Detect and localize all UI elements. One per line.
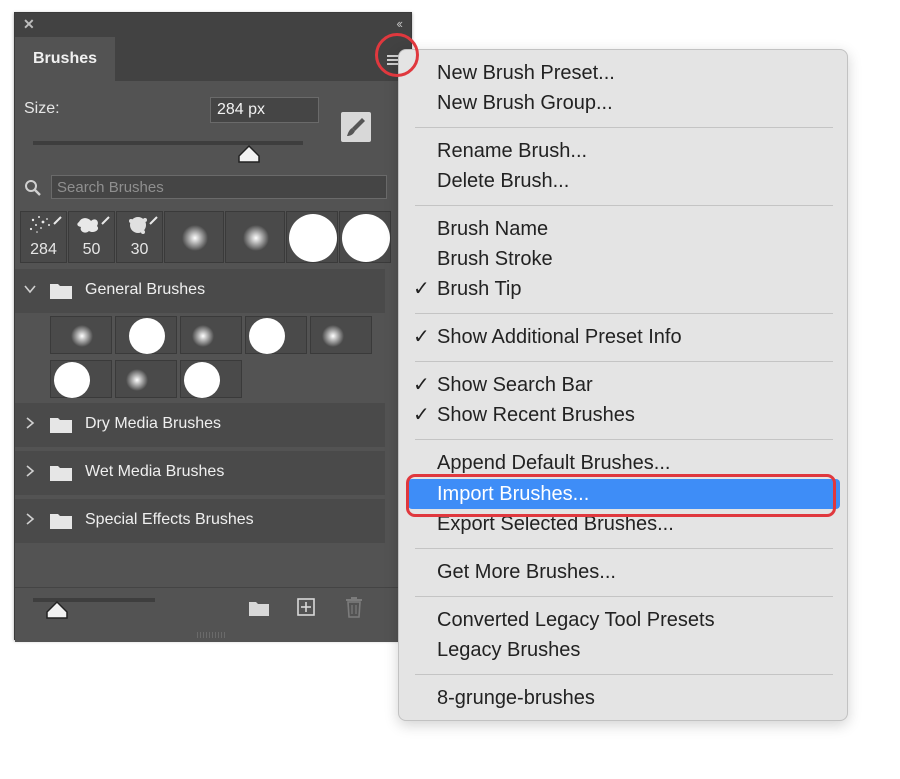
resize-grip[interactable]	[197, 632, 227, 638]
menu-item-legacy-brushes[interactable]: Legacy Brushes	[437, 635, 580, 665]
menu-item-get-more-brushes[interactable]: Get More Brushes...	[437, 557, 616, 587]
menu-item-label: Show Search Bar	[437, 374, 593, 396]
menu-separator	[415, 548, 833, 549]
menu-item-label: Legacy Brushes	[437, 639, 581, 661]
recent-brush-soft[interactable]	[225, 211, 285, 263]
trash-icon[interactable]	[345, 596, 363, 618]
menu-item-new-brush-group[interactable]: New Brush Group...	[437, 88, 613, 118]
menu-item-delete-brush[interactable]: Delete Brush...	[437, 166, 569, 196]
new-group-icon[interactable]	[247, 598, 271, 618]
checkmark-icon: ✓	[413, 278, 430, 300]
tab-brushes[interactable]: Brushes	[15, 37, 115, 81]
brush-hard-round[interactable]	[50, 360, 112, 398]
menu-item-label: Brush Stroke	[437, 248, 553, 270]
brushes-panel: ✕ ‹‹ Brushes Size: 284 px 284	[14, 12, 412, 642]
menu-item-new-brush-preset[interactable]: New Brush Preset...	[437, 58, 615, 88]
brush-hard-round[interactable]	[180, 360, 242, 398]
menu-item-label: 8-grunge-brushes	[437, 687, 595, 709]
panel-tab-row: Brushes	[15, 37, 411, 81]
group-name: General Brushes	[85, 281, 206, 298]
menu-item-label: Show Recent Brushes	[437, 404, 635, 426]
menu-separator	[415, 674, 833, 675]
checkmark-icon: ✓	[413, 374, 430, 396]
checkmark-icon: ✓	[413, 326, 430, 348]
recent-brush-soft[interactable]	[164, 211, 224, 263]
menu-item-label: Brush Name	[437, 218, 549, 240]
menu-separator	[415, 127, 833, 128]
recent-brush-size: 30	[130, 241, 149, 258]
chevron-down-icon[interactable]	[23, 282, 37, 299]
brushes-flyout-menu: New Brush Preset... New Brush Group... R…	[398, 49, 848, 721]
menu-item-rename-brush[interactable]: Rename Brush...	[437, 136, 587, 166]
close-icon[interactable]: ✕	[23, 16, 35, 32]
panel-titlebar: ✕ ‹‹	[15, 13, 411, 37]
recent-brush-size: 50	[82, 241, 101, 258]
menu-separator	[415, 439, 833, 440]
brush-soft-round[interactable]	[310, 316, 372, 354]
chevron-right-icon[interactable]	[23, 512, 37, 529]
folder-icon	[49, 281, 73, 301]
menu-item-brush-name[interactable]: Brush Name	[437, 214, 548, 244]
recent-brush-spatter[interactable]: 284	[20, 211, 67, 263]
menu-item-8-grunge-brushes[interactable]: 8-grunge-brushes	[437, 683, 595, 713]
size-field[interactable]: 284 px	[210, 97, 319, 123]
menu-item-label: Converted Legacy Tool Presets	[437, 609, 715, 631]
recent-brush-splat[interactable]: 50	[68, 211, 115, 263]
collapse-icon[interactable]: ‹‹	[396, 16, 403, 32]
chevron-right-icon[interactable]	[23, 416, 37, 433]
menu-item-label: Show Additional Preset Info	[437, 326, 682, 348]
thumb-size-slider-thumb[interactable]	[45, 600, 69, 620]
size-slider-track[interactable]	[33, 141, 303, 145]
menu-separator	[415, 313, 833, 314]
recent-brush-hard[interactable]	[339, 211, 391, 263]
menu-separator	[415, 361, 833, 362]
menu-item-label: Brush Tip	[437, 278, 522, 300]
menu-item-label: Delete Brush...	[437, 170, 570, 192]
folder-icon	[49, 463, 73, 483]
menu-item-brush-tip[interactable]: ✓ Brush Tip	[413, 274, 522, 304]
menu-separator	[415, 596, 833, 597]
group-name: Dry Media Brushes	[85, 415, 222, 432]
menu-item-show-additional-preset-info[interactable]: ✓ Show Additional Preset Info	[413, 322, 682, 352]
menu-item-show-recent-brushes[interactable]: ✓ Show Recent Brushes	[413, 400, 635, 430]
size-label: Size:	[24, 100, 60, 117]
menu-item-brush-stroke[interactable]: Brush Stroke	[437, 244, 553, 274]
group-name: Wet Media Brushes	[85, 463, 225, 480]
folder-icon	[49, 415, 73, 435]
new-brush-icon[interactable]	[296, 597, 316, 617]
menu-separator	[415, 205, 833, 206]
recent-brush-burst[interactable]: 30	[116, 211, 163, 263]
menu-item-label: New Brush Preset...	[437, 62, 615, 84]
recent-brush-size: 284	[30, 241, 57, 258]
brush-soft-round[interactable]	[50, 316, 112, 354]
menu-item-label: Rename Brush...	[437, 140, 588, 162]
search-icon	[24, 179, 42, 197]
group-dry-media-brushes[interactable]: Dry Media Brushes	[15, 403, 385, 447]
group-wet-media-brushes[interactable]: Wet Media Brushes	[15, 451, 385, 495]
group-name: Special Effects Brushes	[85, 511, 254, 528]
group-general-brushes[interactable]: General Brushes	[15, 269, 385, 313]
menu-item-converted-legacy-tool-presets[interactable]: Converted Legacy Tool Presets	[437, 605, 715, 635]
menu-item-show-search-bar[interactable]: ✓ Show Search Bar	[413, 370, 593, 400]
menu-item-label: Get More Brushes...	[437, 561, 616, 583]
chevron-right-icon[interactable]	[23, 464, 37, 481]
brush-hard-round[interactable]	[245, 316, 307, 354]
menu-item-label: Append Default Brushes...	[437, 452, 671, 474]
brush-hard-round[interactable]	[115, 316, 177, 354]
checkmark-icon: ✓	[413, 404, 430, 426]
search-input[interactable]	[51, 175, 387, 199]
brush-soft-round[interactable]	[115, 360, 177, 398]
annotation-circle	[375, 33, 419, 77]
group-special-effects-brushes[interactable]: Special Effects Brushes	[15, 499, 385, 543]
brush-soft-round[interactable]	[180, 316, 242, 354]
annotation-rectangle	[406, 474, 836, 517]
recent-brush-hard[interactable]	[286, 211, 338, 263]
brush-settings-icon[interactable]	[341, 112, 371, 142]
size-slider-thumb[interactable]	[237, 144, 261, 164]
panel-bottom-bar	[15, 587, 411, 642]
folder-icon	[49, 511, 73, 531]
menu-item-label: New Brush Group...	[437, 92, 613, 114]
